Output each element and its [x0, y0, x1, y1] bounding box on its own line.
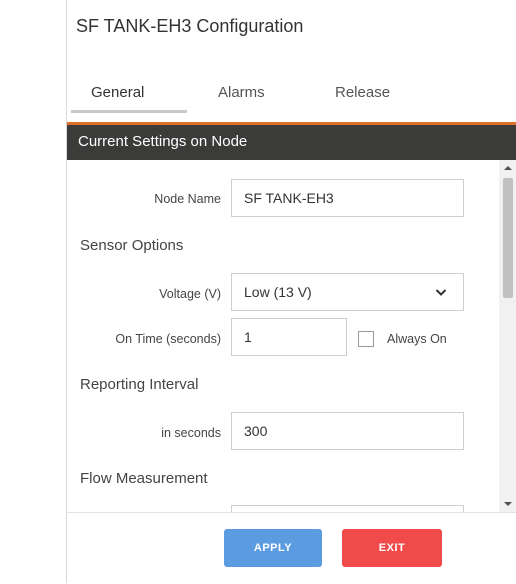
voltage-selected-value: Low (13 V)	[244, 284, 312, 300]
sensor-options-heading: Sensor Options	[80, 237, 184, 254]
chevron-down-icon	[435, 289, 447, 296]
section-header: Current Settings on Node	[67, 122, 516, 160]
on-time-input[interactable]: 1	[231, 318, 347, 356]
tab-alarms[interactable]: Alarms	[218, 84, 265, 101]
voltage-select[interactable]: Low (13 V)	[231, 273, 464, 311]
dialog-title: SF TANK-EH3 Configuration	[76, 16, 304, 36]
section-title: Current Settings on Node	[78, 133, 248, 150]
reporting-interval-heading: Reporting Interval	[80, 376, 199, 393]
apply-button[interactable]: APPLY	[224, 529, 322, 567]
scrollbar-thumb[interactable]	[503, 178, 513, 298]
scroll-down-arrow-icon[interactable]	[503, 500, 513, 508]
flow-measurement-input[interactable]	[231, 505, 464, 512]
exit-button[interactable]: EXIT	[342, 529, 442, 567]
configuration-dialog: SF TANK-EH3 Configuration General Alarms…	[66, 0, 516, 584]
dialog-footer: APPLY EXIT	[67, 512, 516, 584]
scroll-up-arrow-icon[interactable]	[503, 164, 513, 172]
flow-measurement-heading: Flow Measurement	[80, 470, 208, 487]
scrollbar[interactable]	[499, 160, 516, 512]
always-on-label: Always On	[387, 332, 447, 346]
interval-seconds-label: in seconds	[161, 426, 221, 440]
tab-release[interactable]: Release	[335, 84, 390, 101]
always-on-checkbox[interactable]	[358, 331, 374, 347]
tab-general[interactable]: General	[91, 84, 144, 101]
active-tab-indicator	[71, 110, 187, 113]
on-time-label: On Time (seconds)	[115, 332, 221, 346]
node-name-input[interactable]: SF TANK-EH3	[231, 179, 464, 217]
voltage-label: Voltage (V)	[159, 287, 221, 301]
reporting-interval-input[interactable]: 300	[231, 412, 464, 450]
settings-form: Node Name SF TANK-EH3 Sensor Options Vol…	[67, 160, 499, 512]
node-name-label: Node Name	[154, 192, 221, 206]
tab-bar: General Alarms Release	[67, 74, 516, 114]
